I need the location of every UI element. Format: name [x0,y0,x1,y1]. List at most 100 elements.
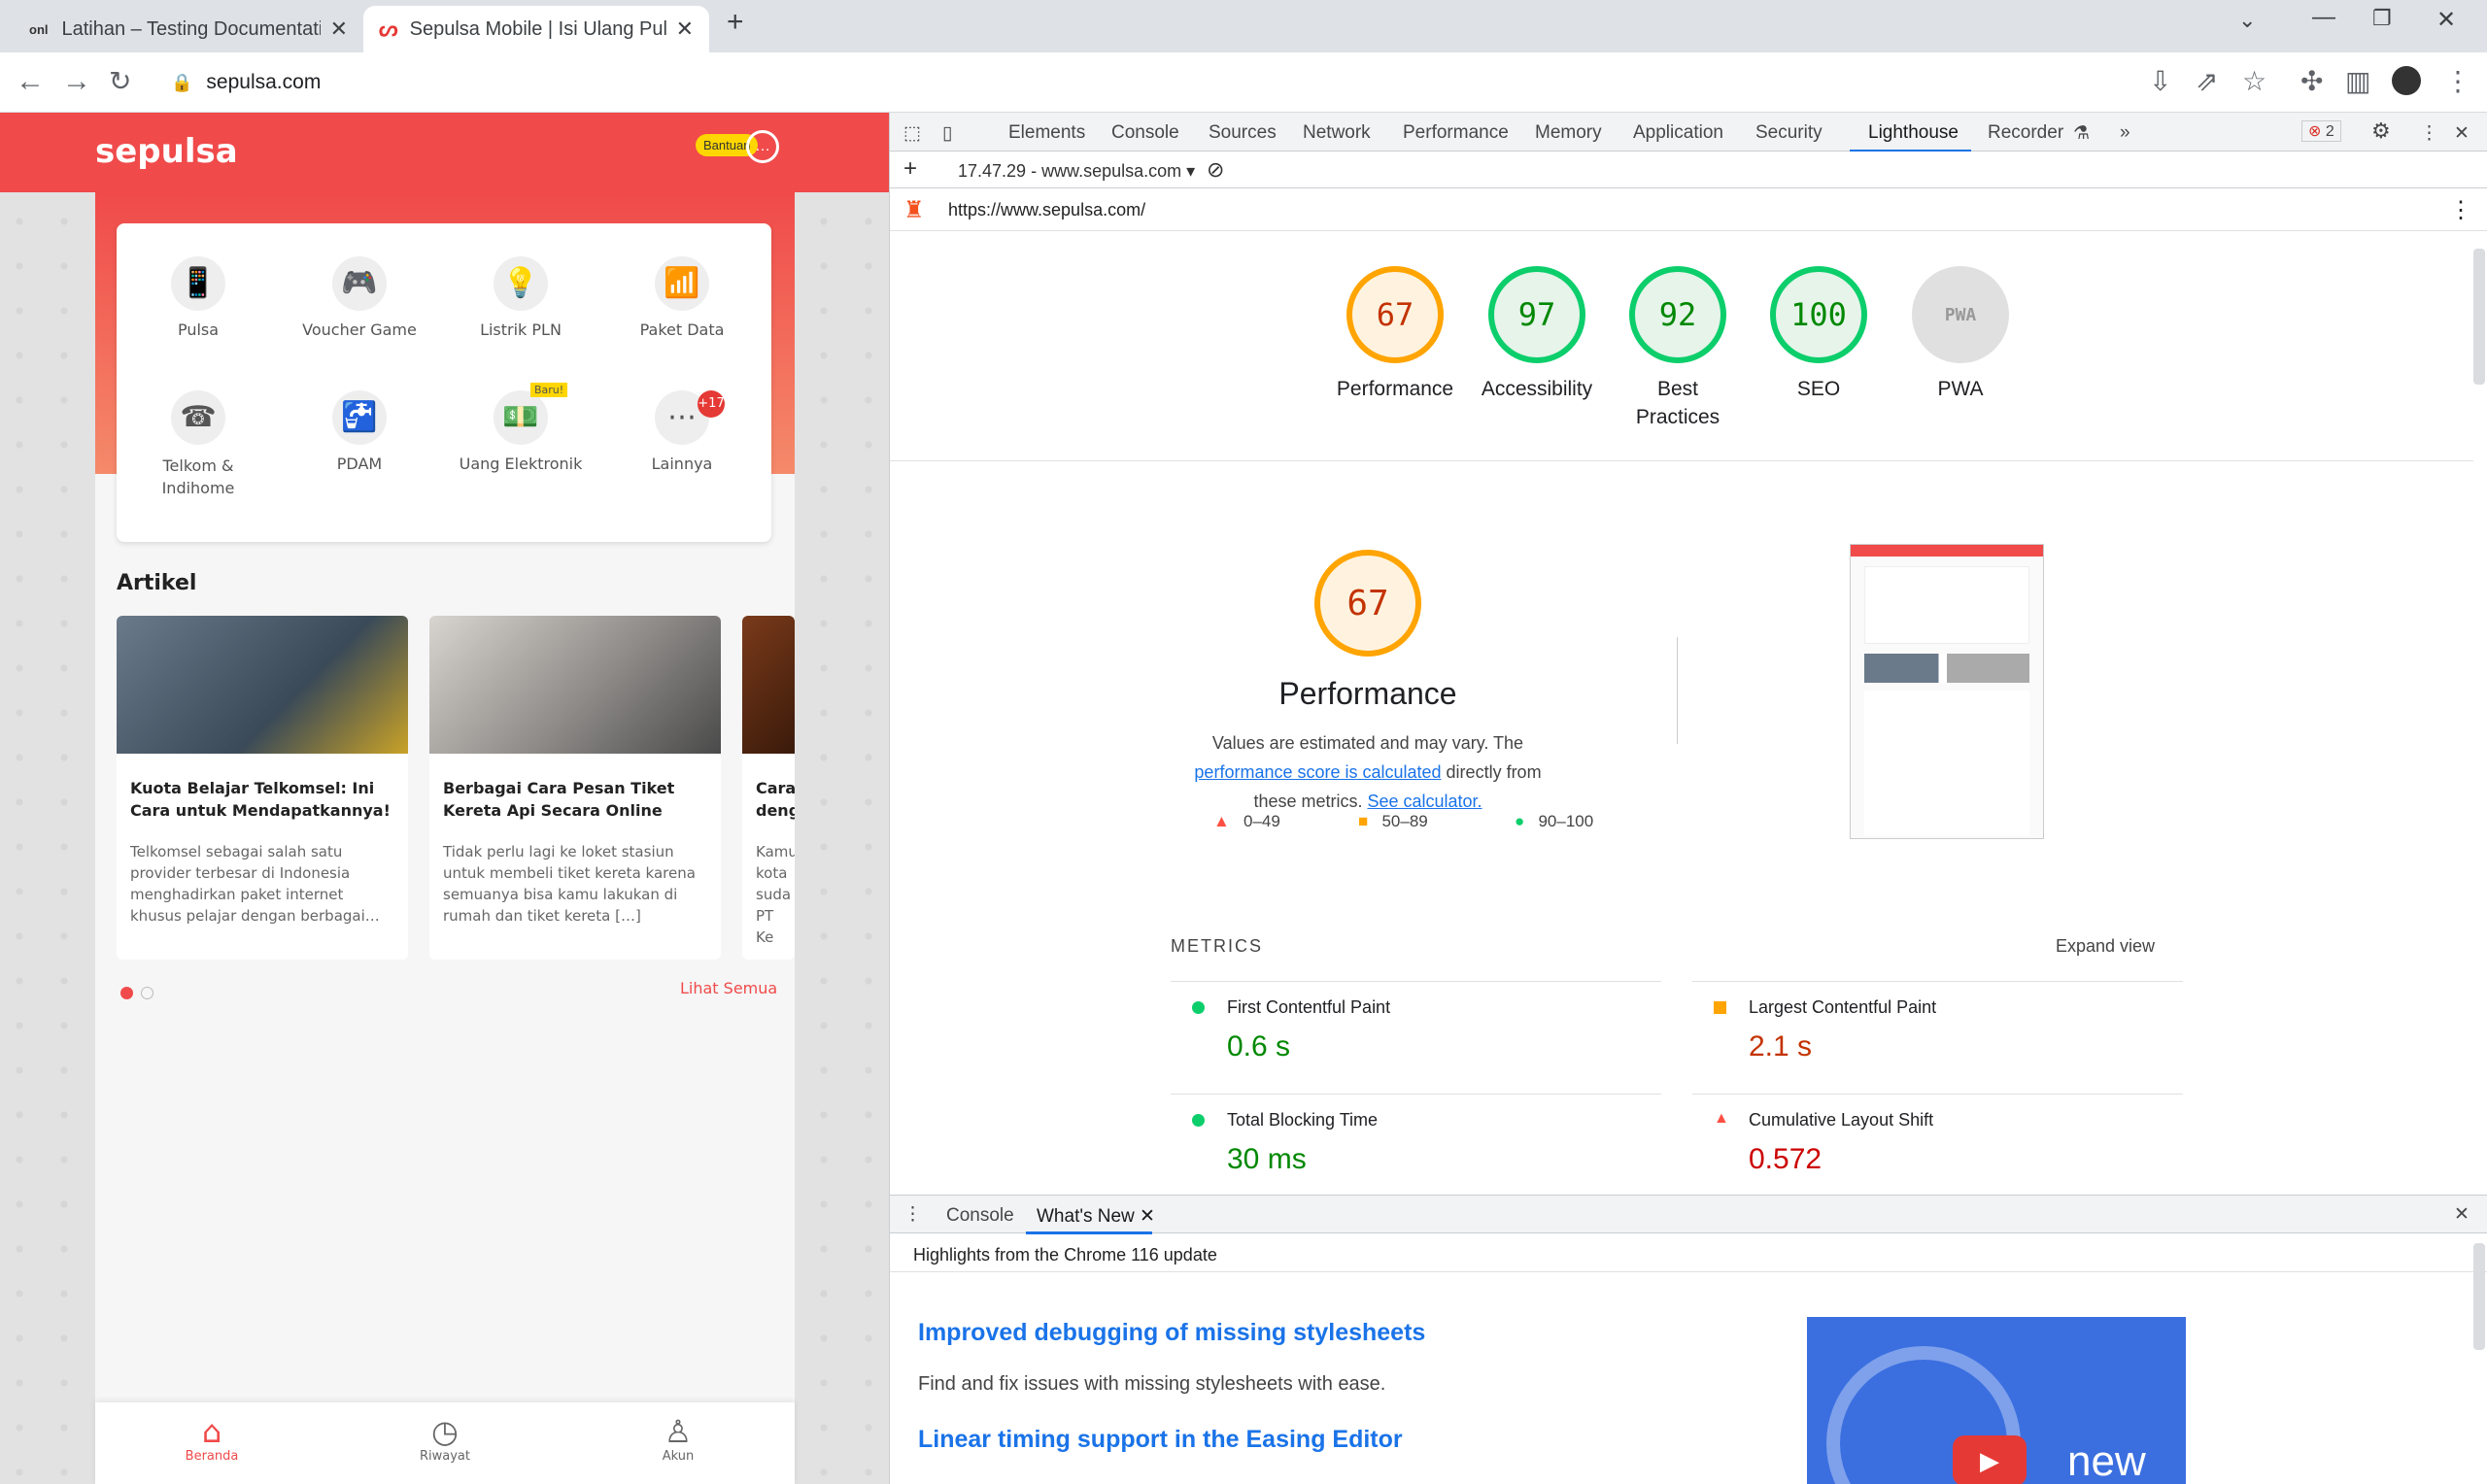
sepulsa-logo[interactable]: sepulsa [95,132,238,171]
report-url-bar: ♜ https://www.sepulsa.com/ ⋮ [890,188,2487,231]
forward-icon[interactable]: → [62,64,91,99]
lighthouse-icon: ♜ [903,197,925,223]
service-telkom-indihome[interactable]: ☎ Telkom & Indihome [120,390,276,499]
tab-sources[interactable]: Sources [1209,122,1277,144]
tab-search-chevron-icon[interactable]: ⌄ [2238,8,2256,33]
drawer-tab-console[interactable]: Console [946,1205,1014,1227]
reload-icon[interactable]: ↻ [109,64,131,99]
article-desc: Telkomsel sebagai salah satu provider te… [130,843,380,925]
whats-new-item-title[interactable]: Linear timing support in the Easing Edit… [918,1426,1403,1454]
drawer-tab-whats-new[interactable]: What's New ✕ [1037,1205,1155,1228]
see-calculator-link[interactable]: See calculator. [1367,792,1482,811]
article-card[interactable]: Cara deng Kamu kota suda PT Ke [742,616,795,960]
page-screenshot-thumbnail[interactable] [1850,544,2044,839]
tab-network[interactable]: Network [1303,122,1371,144]
install-app-icon[interactable]: ⇩ [2149,66,2171,97]
gauge-best-practices[interactable]: 92 Best Practices [1629,266,1726,431]
device-toolbar-icon[interactable]: ▯ [942,122,952,145]
nav-beranda[interactable]: ⌂ Beranda [95,1414,328,1464]
whats-new-video[interactable]: ▶ new [1807,1317,2186,1484]
articles-title: Artikel [117,571,197,595]
tab-recorder[interactable]: Recorder [1988,122,2063,144]
side-panel-icon[interactable]: ▥ [2345,66,2370,97]
profile-avatar[interactable] [2392,66,2421,95]
tab-elements[interactable]: Elements [1008,122,1085,144]
settings-gear-icon[interactable]: ⚙ [2371,118,2391,144]
carousel-dot[interactable] [141,987,154,999]
metric-value: 30 ms [1227,1143,1307,1175]
devtools-menu-icon[interactable]: ⋮ [2420,122,2438,145]
inspect-element-icon[interactable]: ⬚ [903,122,921,145]
report-menu-icon[interactable]: ⋮ [2449,196,2472,224]
legend-average: ■ 50–89 [1358,812,1428,831]
more-tabs-icon[interactable]: » [2120,122,2130,144]
service-lainnya[interactable]: ⋯ Lainnya +17 [604,390,760,473]
nav-akun[interactable]: ♙ Akun [562,1414,795,1464]
gauge-performance[interactable]: 67 Performance [1337,266,1453,403]
browser-tab-sepulsa[interactable]: ᔕ Sepulsa Mobile | Isi Ulang Pulsa S ✕ [363,6,709,52]
tab-title: Sepulsa Mobile | Isi Ulang Pulsa S [409,17,666,40]
whats-new-header: Highlights from the Chrome 116 update [890,1233,2487,1272]
nav-label: Riwayat [420,1449,470,1464]
score-calculated-link[interactable]: performance score is calculated [1194,762,1441,782]
drawer-menu-icon[interactable]: ⋮ [903,1203,922,1226]
see-all-link[interactable]: Lihat Semua [680,979,777,997]
tab-performance[interactable]: Performance [1403,122,1509,144]
clear-reports-icon[interactable]: ⊘ [1207,157,1224,183]
chrome-menu-icon[interactable]: ⋮ [2444,66,2471,97]
article-card[interactable]: Berbagai Cara Pesan Tiket Kereta Api Sec… [429,616,721,960]
service-pulsa[interactable]: 📱 Pulsa [120,256,276,339]
browser-toolbar: ← → ↻ 🔒 sepulsa.com ⇩ ⇗ ☆ ✣ ▥ ⋮ [0,52,2487,113]
close-tab-icon[interactable]: ✕ [676,17,694,42]
new-tab-icon[interactable]: + [727,6,744,39]
gauge-seo[interactable]: 100 SEO [1770,266,1867,403]
tab-memory[interactable]: Memory [1535,122,1602,144]
play-button-icon[interactable]: ▶ [1953,1435,2027,1484]
report-selector[interactable]: 17.47.29 - www.sepulsa.com ▾ [958,161,1195,182]
help-button[interactable]: Bantuan … [696,130,779,165]
new-report-icon[interactable]: + [903,155,917,183]
minimize-icon[interactable]: — [2312,4,2335,31]
tab-security[interactable]: Security [1755,122,1823,144]
service-pdam[interactable]: 🚰 PDAM [282,390,437,473]
back-icon[interactable]: ← [16,64,45,99]
service-label: Listrik PLN [480,320,562,339]
service-uang-elektronik[interactable]: 💵 Uang Elektronik Baru! [443,383,598,473]
article-card[interactable]: Kuota Belajar Telkomsel: Ini Cara untuk … [117,616,408,960]
carousel-dot-active[interactable] [120,987,133,999]
close-devtools-icon[interactable]: ✕ [2454,122,2470,145]
close-tab-icon[interactable]: ✕ [1140,1206,1155,1227]
gauge-accessibility[interactable]: 97 Accessibility [1482,266,1592,403]
close-drawer-icon[interactable]: ✕ [2454,1203,2470,1226]
devtools-tab-bar: ⬚ ▯ Elements Console Sources Network Per… [890,113,2487,152]
tab-lighthouse[interactable]: Lighthouse [1868,122,1959,144]
tab-application[interactable]: Application [1633,122,1723,144]
whats-new-item-title[interactable]: Improved debugging of missing stylesheet… [918,1319,1425,1347]
expand-view-button[interactable]: Expand view [2056,936,2155,957]
legend-label: 50–89 [1381,812,1428,830]
close-tab-icon[interactable]: ✕ [330,17,348,42]
service-paket-data[interactable]: 📶 Paket Data [604,256,760,339]
service-label: Pulsa [177,320,220,339]
gauge-pwa[interactable]: PWA PWA [1912,266,2009,403]
service-label: PDAM [336,455,383,473]
service-listrik-pln[interactable]: 💡 Listrik PLN [443,256,598,339]
report-scrollbar[interactable] [2473,249,2485,385]
browser-tab-latihan[interactable]: onl Latihan – Testing Documentation ✕ [14,6,363,52]
score-label: PWA [1937,378,1984,400]
bottom-navigation: ⌂ Beranda ◷ Riwayat ♙ Akun [95,1402,795,1484]
pass-circle-icon [1192,1001,1205,1014]
phone-icon: 📱 [171,256,225,311]
address-bar[interactable]: 🔒 sepulsa.com [155,60,2468,105]
error-count-badge[interactable]: ⊗ 2 [2301,120,2341,142]
extensions-puzzle-icon[interactable]: ✣ [2300,66,2323,97]
close-window-icon[interactable]: ✕ [2436,6,2456,34]
share-icon[interactable]: ⇗ [2196,66,2218,97]
service-voucher-game[interactable]: 🎮 Voucher Game [282,256,437,339]
tab-console[interactable]: Console [1111,122,1179,144]
error-count: 2 [2325,123,2334,140]
nav-riwayat[interactable]: ◷ Riwayat [328,1414,562,1464]
restore-icon[interactable]: ❐ [2372,6,2392,31]
drawer-scrollbar[interactable] [2473,1243,2485,1350]
bookmark-star-icon[interactable]: ☆ [2242,66,2266,97]
